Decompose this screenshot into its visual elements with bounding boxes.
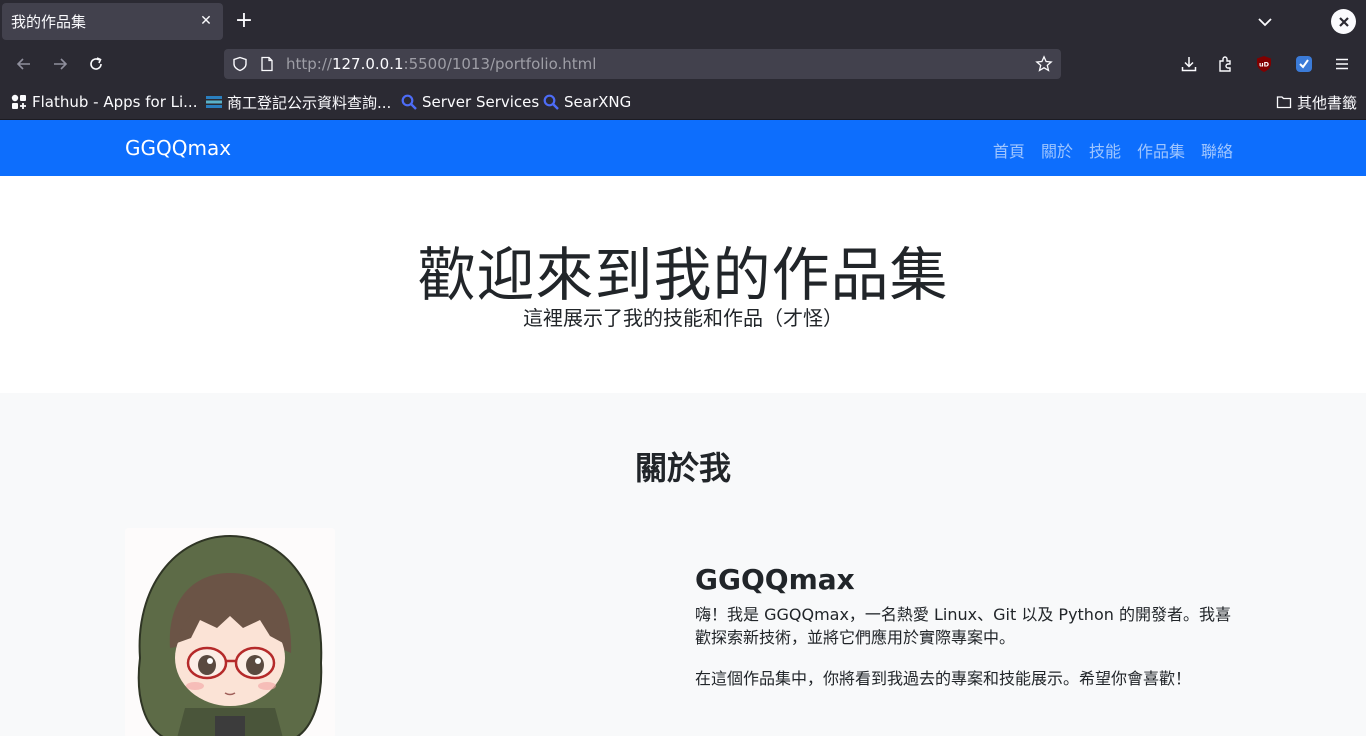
site-brand[interactable]: GGQQmax [125, 136, 231, 160]
flathub-icon [10, 93, 28, 111]
browser-toolbar: http://127.0.0.1:5500/1013/portfolio.htm… [0, 44, 1366, 84]
reload-icon[interactable] [85, 53, 107, 75]
bitwarden-icon[interactable] [1293, 53, 1315, 75]
new-tab-icon[interactable]: + [233, 10, 255, 32]
search-icon [542, 93, 560, 111]
about-paragraph-1: 嗨！我是 GGQQmax，一名熱愛 Linux、Git 以及 Python 的開… [695, 605, 1231, 647]
url-text[interactable]: http://127.0.0.1:5500/1013/portfolio.htm… [286, 55, 596, 73]
site-nav-links: 首頁 關於 技能 作品集 聯絡 [993, 138, 1233, 162]
nav-link-portfolio[interactable]: 作品集 [1137, 138, 1185, 162]
tab-list-chevron-icon[interactable] [1255, 12, 1275, 32]
avatar [125, 528, 335, 736]
menu-icon[interactable] [1331, 53, 1353, 75]
bookmarks-toolbar: Flathub - Apps for Li... 商工登記公示資料查詢... S… [0, 84, 1366, 120]
page-icon[interactable] [258, 55, 276, 73]
back-icon[interactable] [13, 53, 35, 75]
svg-text:uD: uD [1259, 61, 1270, 69]
nav-link-about[interactable]: 關於 [1041, 138, 1073, 162]
nav-link-home[interactable]: 首頁 [993, 138, 1025, 162]
hero-section: 歡迎來到我的作品集 這裡展示了我的技能和作品（才怪） [0, 176, 1366, 393]
shield-icon[interactable] [231, 55, 249, 73]
download-icon[interactable] [1178, 53, 1200, 75]
hero-subtitle: 這裡展示了我的技能和作品（才怪） [523, 306, 843, 330]
about-name: GGQQmax [695, 563, 855, 596]
gov-site-icon [205, 93, 223, 111]
extensions-icon[interactable] [1215, 53, 1237, 75]
about-paragraph-2: 在這個作品集中，你將看到我過去的專案和技能展示。希望你會喜歡！ [695, 669, 1192, 688]
nav-link-contact[interactable]: 聯絡 [1201, 138, 1233, 162]
forward-icon[interactable] [49, 53, 71, 75]
url-bar[interactable]: http://127.0.0.1:5500/1013/portfolio.htm… [224, 49, 1061, 79]
hero-title: 歡迎來到我的作品集 [417, 241, 949, 309]
bookmark-server-services[interactable]: Server Services [400, 92, 539, 112]
bookmark-searxng[interactable]: SearXNG [542, 92, 631, 112]
tab-title: 我的作品集 [11, 13, 87, 31]
other-bookmarks[interactable]: 其他書籤 [1275, 92, 1357, 112]
star-icon[interactable] [1035, 55, 1053, 73]
tab-close-icon[interactable]: ✕ [197, 12, 215, 30]
site-navbar: GGQQmax 首頁 關於 技能 作品集 聯絡 [0, 120, 1366, 176]
window-close-icon[interactable] [1331, 9, 1356, 34]
active-tab[interactable]: 我的作品集 ✕ [2, 3, 223, 40]
bookmark-gov-site[interactable]: 商工登記公示資料查詢... [205, 92, 391, 112]
tab-bar: 我的作品集 ✕ + [0, 0, 1366, 44]
bookmark-flathub[interactable]: Flathub - Apps for Li... [10, 92, 197, 112]
about-heading: 關於我 [634, 449, 731, 487]
nav-link-skills[interactable]: 技能 [1089, 138, 1121, 162]
search-icon [400, 93, 418, 111]
ublock-icon[interactable]: uD [1253, 53, 1275, 75]
about-section: 關於我 GGQQmax 嗨！我是 GGQQmax，一名熱愛 Linux、Git … [0, 393, 1366, 736]
folder-icon [1275, 93, 1293, 111]
